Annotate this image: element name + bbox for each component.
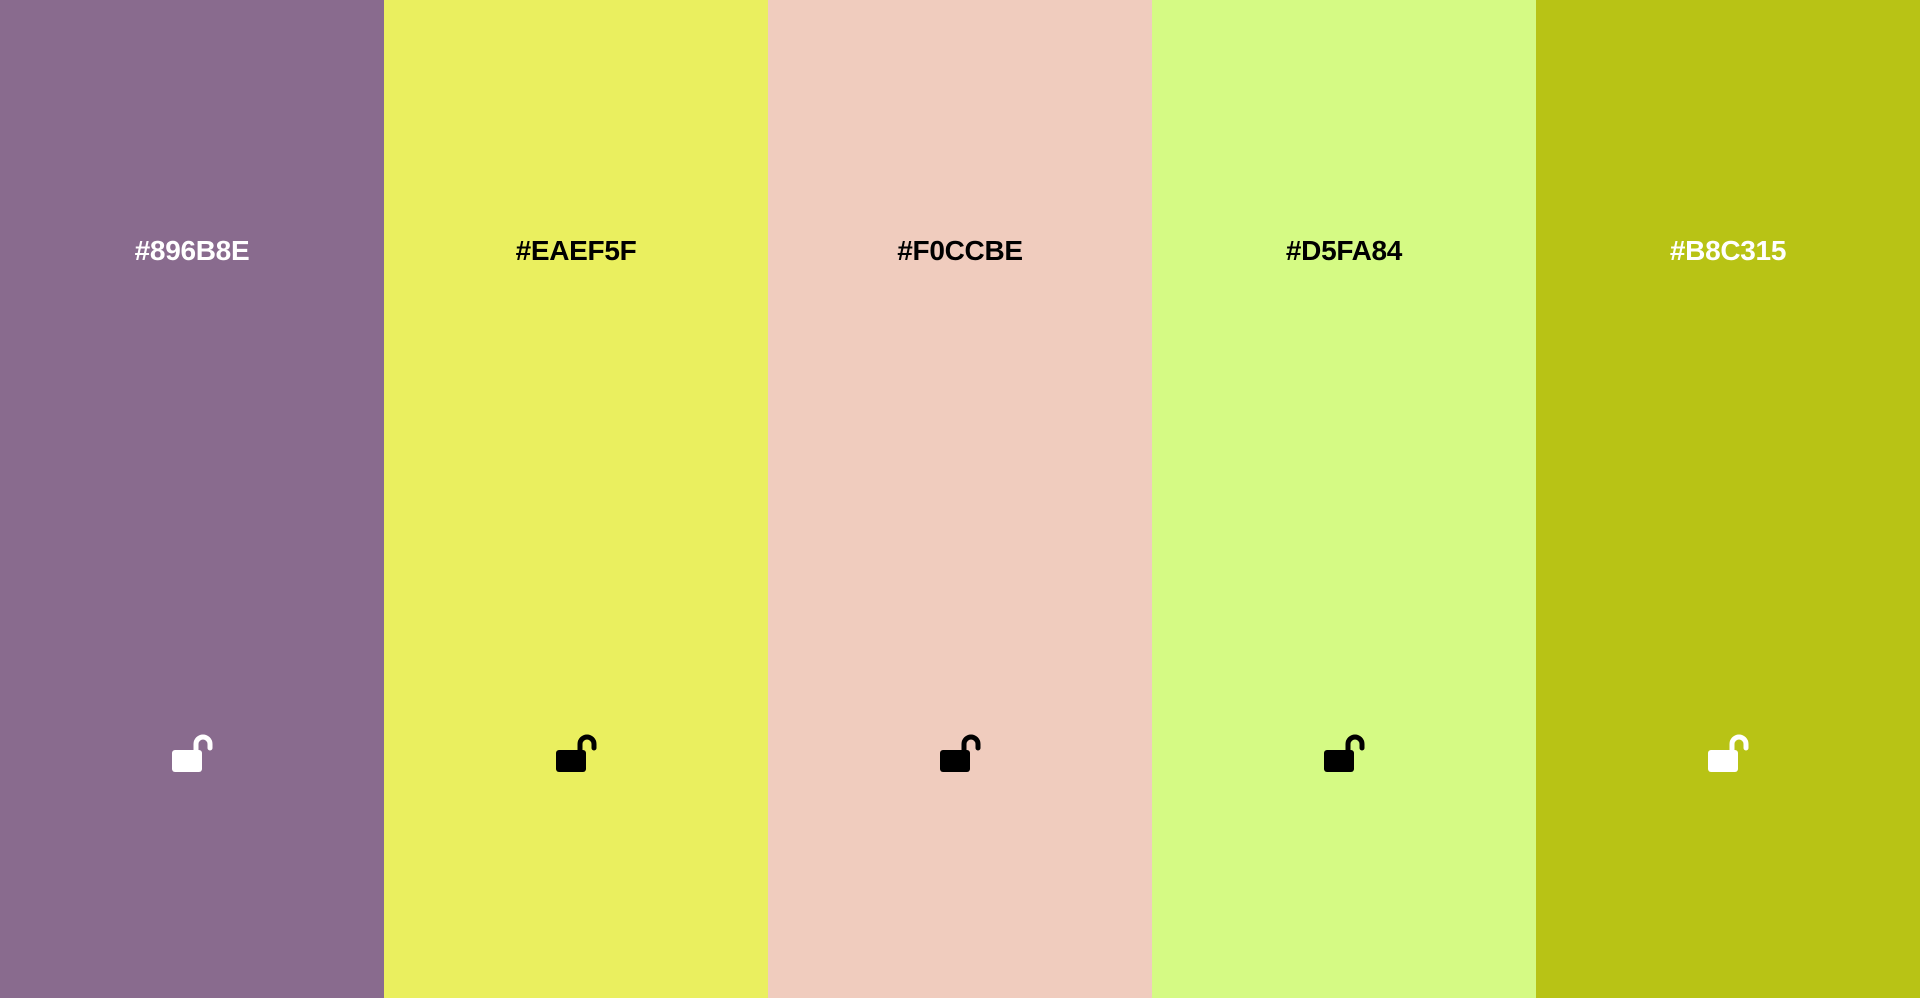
color-swatch-3[interactable]: #F0CCBE bbox=[768, 0, 1152, 998]
hex-code-label[interactable]: #896B8E bbox=[0, 231, 384, 271]
unlocked-padlock-icon bbox=[940, 734, 981, 772]
unlocked-padlock-icon bbox=[172, 734, 213, 772]
hex-code-label[interactable]: #D5FA84 bbox=[1152, 231, 1536, 271]
hex-code-label[interactable]: #EAEF5F bbox=[384, 231, 768, 271]
color-palette: #896B8E #EAEF5F #F0CCBE #D5FA84 #B8C315 bbox=[0, 0, 1920, 998]
unlocked-padlock-icon bbox=[556, 734, 597, 772]
color-swatch-2[interactable]: #EAEF5F bbox=[384, 0, 768, 998]
hex-code-label[interactable]: #F0CCBE bbox=[768, 231, 1152, 271]
unlocked-padlock-icon bbox=[1708, 734, 1749, 772]
lock-toggle-button[interactable] bbox=[168, 730, 216, 778]
hex-code-label[interactable]: #B8C315 bbox=[1536, 231, 1920, 271]
unlocked-padlock-icon bbox=[1324, 734, 1365, 772]
lock-toggle-button[interactable] bbox=[1320, 730, 1368, 778]
color-swatch-4[interactable]: #D5FA84 bbox=[1152, 0, 1536, 998]
lock-toggle-button[interactable] bbox=[552, 730, 600, 778]
color-swatch-5[interactable]: #B8C315 bbox=[1536, 0, 1920, 998]
color-swatch-1[interactable]: #896B8E bbox=[0, 0, 384, 998]
lock-toggle-button[interactable] bbox=[1704, 730, 1752, 778]
lock-toggle-button[interactable] bbox=[936, 730, 984, 778]
